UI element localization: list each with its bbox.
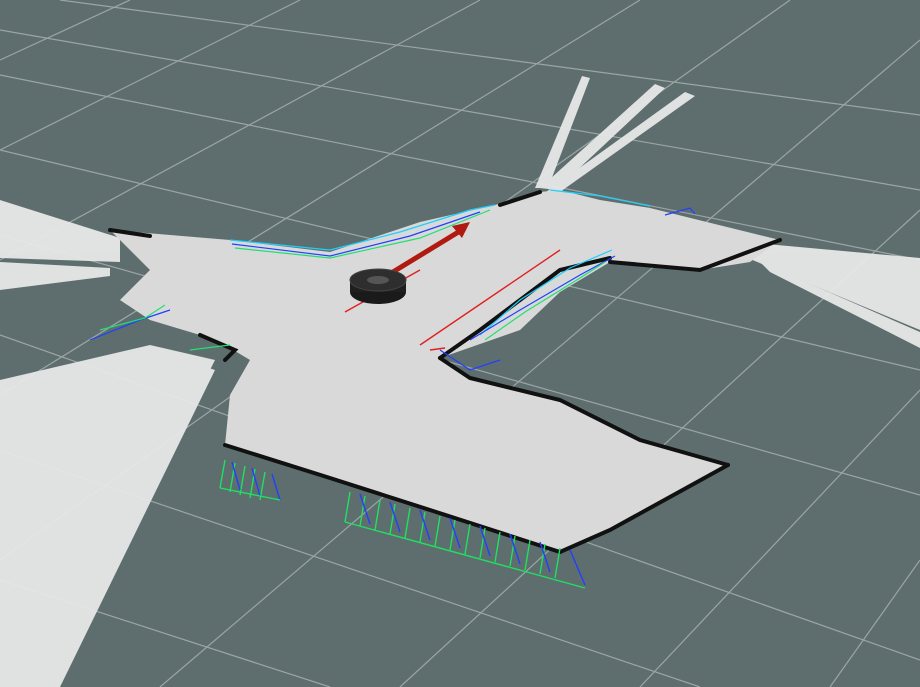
3d-scene <box>0 0 920 687</box>
robot-icon[interactable] <box>349 268 407 304</box>
3d-viewport[interactable] <box>0 0 920 687</box>
